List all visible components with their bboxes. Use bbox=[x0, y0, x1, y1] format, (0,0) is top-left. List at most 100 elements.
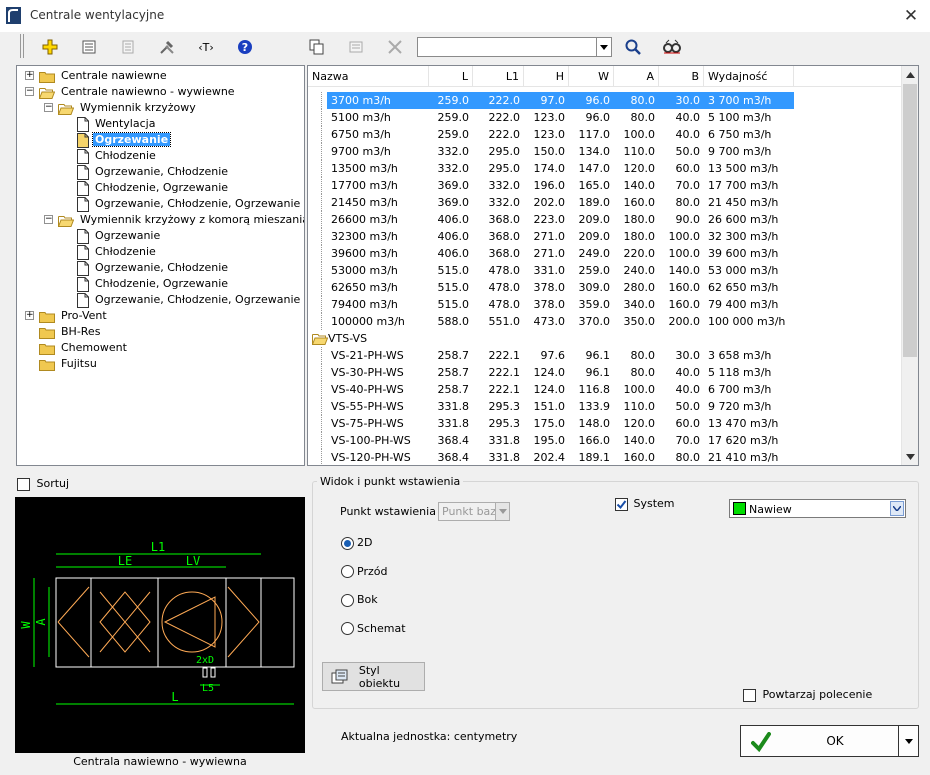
view-radio-option[interactable]: Bok bbox=[341, 593, 378, 607]
tree-node[interactable]: Ogrzewanie, Chłodzenie bbox=[77, 260, 230, 276]
search-input[interactable] bbox=[418, 38, 596, 56]
column-header[interactable]: Wydajność bbox=[704, 66, 794, 87]
sort-checkbox[interactable] bbox=[17, 477, 30, 491]
tree-node[interactable]: BH-Res bbox=[39, 324, 102, 340]
tree-node[interactable]: Ogrzewanie, Chłodzenie, Ogrzewanie bbox=[77, 196, 302, 212]
tree-node[interactable]: Ogrzewanie bbox=[77, 228, 162, 244]
table-row[interactable]: 3700 m3/h 259.0 222.0 97.0 96.0 80.0 30.0 3 700… bbox=[308, 92, 794, 109]
table-row[interactable]: 62650 m3/h 515.0 478.0 378.0 309.0 280.0 160.0… bbox=[308, 279, 794, 296]
table-row[interactable]: VS-55-PH-WS 331.8 295.3 151.0 133.9 110.0 50.0… bbox=[308, 398, 794, 415]
table-row[interactable]: 21450 m3/h 369.0 332.0 202.0 189.0 160.0 80.0 2… bbox=[308, 194, 794, 211]
tools-icon[interactable] bbox=[156, 36, 178, 58]
column-header[interactable]: Nazwa bbox=[308, 66, 429, 87]
find-icon[interactable] bbox=[661, 36, 683, 58]
table-group-row[interactable]: VTS-VS bbox=[308, 330, 367, 347]
delete-icon[interactable] bbox=[384, 36, 406, 58]
ok-menu-chevron-icon[interactable] bbox=[898, 726, 918, 756]
table-row[interactable]: 100000 m3/h 588.0 551.0 473.0 370.0 350.0 200.… bbox=[308, 313, 794, 330]
table-row[interactable]: 53000 m3/h 515.0 478.0 331.0 259.0 240.0 140.0… bbox=[308, 262, 794, 279]
repeat-option[interactable]: Powtarzaj polecenie bbox=[743, 688, 872, 702]
tree-collapse-icon[interactable]: − bbox=[44, 215, 53, 224]
search-icon[interactable] bbox=[622, 36, 644, 58]
tree-node[interactable]: Chłodzenie, Ogrzewanie bbox=[77, 180, 230, 196]
tree-node[interactable]: Pro-Vent bbox=[39, 308, 109, 324]
view-radio-option[interactable]: 2D bbox=[341, 536, 372, 550]
column-header[interactable]: B bbox=[659, 66, 704, 87]
tree-collapse-icon[interactable]: − bbox=[25, 87, 34, 96]
scrollbar-thumb[interactable] bbox=[903, 84, 917, 357]
chevron-down-icon[interactable] bbox=[596, 38, 611, 56]
cell-name: 39600 m3/h bbox=[331, 247, 398, 260]
table-row[interactable]: VS-21-PH-WS 258.7 222.1 97.6 96.1 80.0 30.0 3 6… bbox=[308, 347, 794, 364]
table-row[interactable]: 17700 m3/h 369.0 332.0 196.0 165.0 140.0 70.0 1… bbox=[308, 177, 794, 194]
table-row[interactable]: 26600 m3/h 406.0 368.0 223.0 209.0 180.0 90.0 2… bbox=[308, 211, 794, 228]
tree-expand-icon[interactable]: + bbox=[25, 311, 34, 320]
tree-node[interactable]: Chłodzenie, Ogrzewanie bbox=[77, 276, 230, 292]
text-icon[interactable]: ‹T› bbox=[195, 36, 217, 58]
add-icon[interactable] bbox=[39, 36, 61, 58]
tree-node[interactable]: Chemowent bbox=[39, 340, 129, 356]
paste-icon[interactable] bbox=[345, 36, 367, 58]
view-radio-button[interactable] bbox=[341, 622, 354, 635]
table-row[interactable]: VS-75-PH-WS 331.8 295.3 175.0 148.0 120.0 60.0… bbox=[308, 415, 794, 432]
chevron-down-icon[interactable] bbox=[495, 503, 509, 520]
tree-node[interactable]: Centrale nawiewno - wywiewne bbox=[39, 84, 237, 100]
tree-node[interactable]: Chłodzenie bbox=[77, 244, 158, 260]
table-row[interactable]: 39600 m3/h 406.0 368.0 271.0 249.0 220.0 100.0… bbox=[308, 245, 794, 262]
view-radio-option[interactable]: Schemat bbox=[341, 622, 406, 635]
column-header[interactable]: L1 bbox=[473, 66, 524, 87]
close-button[interactable]: ✕ bbox=[900, 6, 922, 26]
system-checkbox[interactable] bbox=[615, 497, 628, 511]
list-icon[interactable] bbox=[117, 36, 139, 58]
help-icon[interactable]: ? bbox=[234, 36, 256, 58]
view-radio-option[interactable]: Przód bbox=[341, 565, 387, 578]
tree-expand-icon[interactable]: + bbox=[25, 71, 34, 80]
tree-node[interactable]: Ogrzewanie, Chłodzenie, Ogrzewanie bbox=[77, 292, 302, 308]
sort-option[interactable]: Sortuj bbox=[17, 477, 69, 491]
table-row[interactable]: 5100 m3/h 259.0 222.0 123.0 96.0 80.0 40.0 5 10… bbox=[308, 109, 794, 126]
tree-node[interactable]: Ogrzewanie bbox=[77, 132, 172, 148]
copy-icon[interactable] bbox=[306, 36, 328, 58]
table-cell: 295.0 bbox=[488, 162, 521, 175]
column-header[interactable]: H bbox=[524, 66, 569, 87]
layer-select[interactable]: Nawiew bbox=[729, 499, 906, 518]
table-row[interactable]: VS-40-PH-WS 258.7 222.1 124.0 116.8 100.0 40.0… bbox=[308, 381, 794, 398]
tree-node[interactable]: Wymiennik krzyżowy z komorą mieszania bbox=[58, 212, 304, 228]
table-row[interactable]: 79400 m3/h 515.0 478.0 378.0 359.0 340.0 160.0… bbox=[308, 296, 794, 313]
table-cell: 5 118 m3/h bbox=[708, 366, 772, 379]
table-row[interactable]: 32300 m3/h 406.0 368.0 271.0 209.0 180.0 100.0… bbox=[308, 228, 794, 245]
search-combo[interactable] bbox=[417, 37, 612, 57]
tree-node[interactable]: Wymiennik krzyżowy bbox=[58, 100, 198, 116]
system-option[interactable]: System bbox=[615, 497, 675, 511]
view-radio-button[interactable] bbox=[341, 536, 354, 550]
column-header[interactable]: A bbox=[614, 66, 659, 87]
scroll-up-icon[interactable] bbox=[902, 66, 918, 83]
category-tree[interactable]: + Centrale nawiewne − Centrale nawiewno - w… bbox=[16, 65, 305, 466]
ok-button[interactable]: OK bbox=[740, 725, 919, 757]
object-style-button[interactable]: Styl obiektu bbox=[322, 662, 425, 691]
repeat-checkbox[interactable] bbox=[743, 688, 756, 702]
properties-icon[interactable] bbox=[78, 36, 100, 58]
vertical-scrollbar[interactable] bbox=[901, 66, 918, 465]
tree-collapse-icon[interactable]: − bbox=[44, 103, 53, 112]
tree-node[interactable]: Ogrzewanie, Chłodzenie bbox=[77, 164, 230, 180]
column-header[interactable]: W bbox=[569, 66, 614, 87]
tree-node[interactable]: Fujitsu bbox=[39, 356, 99, 372]
scroll-down-icon[interactable] bbox=[902, 448, 918, 465]
table-row[interactable]: 13500 m3/h 332.0 295.0 174.0 147.0 120.0 60.0 1… bbox=[308, 160, 794, 177]
insert-point-select[interactable]: Punkt bazowy bbox=[438, 502, 510, 521]
table-row[interactable]: 9700 m3/h 332.0 295.0 150.0 134.0 110.0 50.0 9 … bbox=[308, 143, 794, 160]
view-radio-button[interactable] bbox=[341, 565, 354, 578]
chevron-down-icon[interactable] bbox=[890, 501, 904, 516]
table-row[interactable]: VS-30-PH-WS 258.7 222.1 124.0 96.1 80.0 40.0 5 … bbox=[308, 364, 794, 381]
tree-node[interactable]: Centrale nawiewne bbox=[39, 68, 169, 84]
table-row[interactable]: 6750 m3/h 259.0 222.0 123.0 117.0 100.0 40.0 6 … bbox=[308, 126, 794, 143]
column-header[interactable]: L bbox=[429, 66, 473, 87]
tree-node[interactable]: Wentylacja bbox=[77, 116, 157, 132]
toolbar-grip[interactable] bbox=[20, 34, 24, 58]
device-table[interactable]: Nazwa L L1 H W A B Wydajność 3700 m3/h 259.0 222.… bbox=[307, 65, 919, 466]
table-row[interactable]: VS-100-PH-WS 368.4 331.8 195.0 166.0 140.0 70.… bbox=[308, 432, 794, 449]
tree-node[interactable]: Chłodzenie bbox=[77, 148, 158, 164]
table-row[interactable]: VS-120-PH-WS 368.4 331.8 202.4 189.1 160.0 80.… bbox=[308, 449, 794, 465]
view-radio-button[interactable] bbox=[341, 593, 354, 607]
